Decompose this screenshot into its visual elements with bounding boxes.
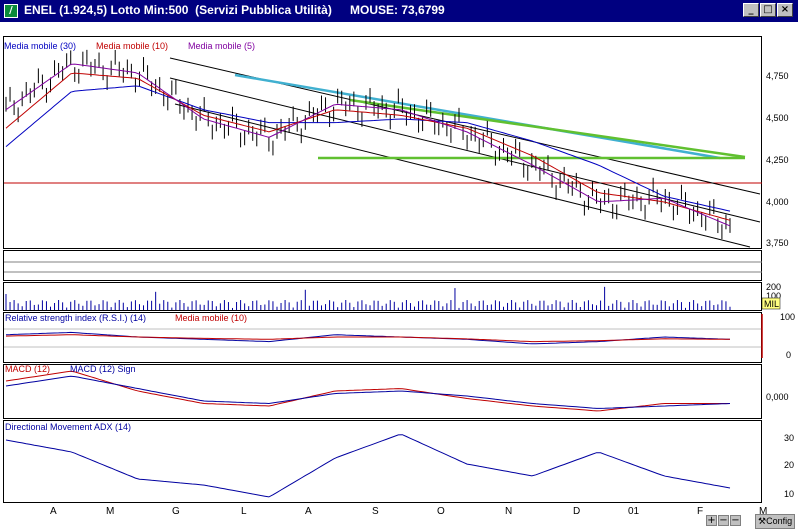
- rsi-tick-label: 0: [786, 350, 791, 360]
- month-label: G: [172, 506, 180, 517]
- window-title: ENEL (1.924,5) Lotto Min:500 (Servizi Pu…: [24, 3, 332, 17]
- month-label: S: [372, 506, 379, 517]
- blank-panel-frame: [3, 250, 762, 281]
- trend-line-cyan: [234, 73, 721, 160]
- chart-window: / ENEL (1.924,5) Lotto Min:500 (Servizi …: [0, 0, 798, 530]
- chart-canvas[interactable]: 4,750 4,500 4,250 4,000 3,750 200 100 MI…: [0, 22, 798, 526]
- price-axis: 4,750 4,500 4,250 4,000 3,750: [766, 71, 789, 248]
- macd-line: [5, 370, 730, 412]
- maximize-button[interactable]: □: [760, 3, 776, 17]
- rsi-tick-label: 100: [780, 312, 795, 322]
- legend-ma30[interactable]: Media mobile (30): [4, 41, 76, 51]
- legend-rsi[interactable]: Relative strength index (R.S.I.) (14): [5, 313, 146, 323]
- rsi-lines: [5, 331, 731, 345]
- legend-macd[interactable]: MACD (12): [5, 364, 50, 374]
- legend-ma5[interactable]: Media mobile (5): [188, 41, 255, 51]
- price-tick-label: 4,250: [766, 155, 789, 165]
- adx-panel-frame: [3, 420, 762, 503]
- price-tick-label: 4,750: [766, 71, 789, 81]
- minimize-button[interactable]: _: [743, 3, 759, 17]
- macd-sign-line: [5, 375, 731, 409]
- rsi-axis: 100 0: [780, 312, 795, 360]
- ma-line-0: [5, 85, 731, 212]
- adx-tick-label: 10: [784, 489, 794, 499]
- month-label: M: [106, 506, 115, 517]
- wrench-icon: ⚒: [758, 516, 767, 526]
- adx-line: [5, 434, 731, 498]
- month-label: N: [505, 506, 513, 517]
- close-button[interactable]: ×: [777, 3, 793, 17]
- ma-line-2: [5, 63, 731, 227]
- legend-macd-sign[interactable]: MACD (12) Sign: [70, 364, 136, 374]
- price-tick-label: 3,750: [766, 238, 789, 248]
- adx-tick-label: 20: [784, 460, 794, 470]
- title-bar[interactable]: / ENEL (1.924,5) Lotto Min:500 (Servizi …: [0, 0, 798, 22]
- price-tick-label: 4,500: [766, 113, 789, 123]
- volume-unit-label: MIL: [764, 299, 779, 309]
- legend-rsi-ma[interactable]: Media mobile (10): [175, 313, 247, 323]
- month-label: D: [573, 506, 581, 517]
- macd-tick-label: 0,000: [766, 392, 789, 402]
- month-label: L: [241, 506, 247, 517]
- config-label: Config: [766, 516, 793, 526]
- price-bars: [5, 49, 731, 240]
- moving-averages: [5, 63, 731, 227]
- legend-adx[interactable]: Directional Movement ADX (14): [5, 422, 131, 432]
- adx-tick-label: 30: [784, 433, 794, 443]
- chart-app-icon[interactable]: /: [4, 4, 18, 18]
- month-label: 01: [628, 506, 640, 517]
- month-label: O: [437, 506, 445, 517]
- month-label: F: [697, 506, 704, 517]
- volume-axis: 200 100 MIL: [761, 282, 781, 310]
- trend-line-green-upper: [349, 98, 746, 159]
- config-button[interactable]: ⚒Config: [755, 514, 796, 529]
- adx-axis: 30 20 10: [784, 433, 794, 499]
- price-tick-label: 4,000: [766, 197, 789, 207]
- ma-line-1: [5, 72, 731, 221]
- macd-axis: 0,000: [766, 392, 789, 402]
- month-label: A: [305, 506, 312, 517]
- mouse-readout: MOUSE: 73,6799: [350, 3, 445, 17]
- rsi-line: [5, 331, 731, 345]
- month-label: A: [50, 506, 57, 517]
- zoom-in-button[interactable]: +: [706, 515, 717, 526]
- adx-line: [5, 434, 731, 498]
- minus-button[interactable]: −: [730, 515, 741, 526]
- volume-bars: [5, 286, 731, 310]
- macd-lines: [5, 370, 731, 412]
- zoom-out-button[interactable]: −: [718, 515, 729, 526]
- legend-ma10[interactable]: Media mobile (10): [96, 41, 168, 51]
- trend-channel: [169, 57, 761, 248]
